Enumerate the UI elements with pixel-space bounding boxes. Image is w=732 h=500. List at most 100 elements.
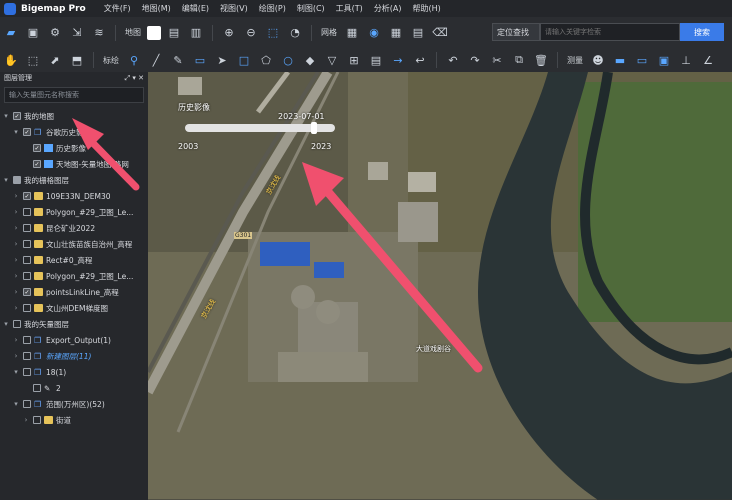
pan-hand-icon[interactable]: ✋ [2, 51, 20, 69]
tree-item-history-imagery[interactable]: ✓ 历史影像 [0, 140, 148, 156]
arrow-right-icon[interactable]: → [389, 51, 407, 69]
ruler-icon[interactable]: ▬ [611, 51, 629, 69]
grid-layout-2-icon[interactable]: ▤ [409, 24, 427, 42]
expand-arrow-icon[interactable]: › [12, 208, 20, 216]
checkbox[interactable]: ✓ [13, 112, 21, 120]
triangle-icon[interactable]: ▽ [323, 51, 341, 69]
line-icon[interactable]: ╱ [147, 51, 165, 69]
undo-icon[interactable]: ↶ [444, 51, 462, 69]
square-icon[interactable]: □ [235, 51, 253, 69]
tree-item-polygon-29-b[interactable]: › Polygon_#29_卫图_Le... [0, 268, 148, 284]
export-icon[interactable]: ⇲ [68, 24, 86, 42]
tree-item-rect0[interactable]: › Rect#0_高程 [0, 252, 148, 268]
tree-item-points-link-line[interactable]: › ✓ pointsLinkLine_高程 [0, 284, 148, 300]
checkbox[interactable] [23, 240, 31, 248]
expand-arrow-icon[interactable]: › [12, 304, 20, 312]
map-measure-icon[interactable]: ▣ [655, 51, 673, 69]
checkbox[interactable]: ✓ [23, 128, 31, 136]
tree-item-wenshan-elevation[interactable]: › 文山壮族苗族自治州_高程 [0, 236, 148, 252]
checkbox[interactable] [23, 304, 31, 312]
menu-view[interactable]: 视图(V) [220, 3, 248, 14]
search-button[interactable]: 搜索 [680, 23, 724, 41]
text-icon[interactable]: ⊞ [345, 51, 363, 69]
search-mode-select[interactable]: 定位查找 [492, 23, 540, 41]
checkbox[interactable]: ✓ [33, 144, 41, 152]
person-icon[interactable]: ☻ [589, 51, 607, 69]
menu-map[interactable]: 地图(M) [142, 3, 171, 14]
checkbox[interactable] [13, 176, 21, 184]
angle-icon[interactable]: ∠ [699, 51, 717, 69]
expand-arrow-icon[interactable]: › [12, 240, 20, 248]
trash-icon[interactable]: 🗑 [532, 51, 550, 69]
tree-item-raster-layers[interactable]: ▾ 我的栅格图层 [0, 172, 148, 188]
expand-arrow-icon[interactable]: › [12, 336, 20, 344]
search-input[interactable] [540, 23, 680, 41]
menu-edit[interactable]: 编辑(E) [182, 3, 209, 14]
marker-icon[interactable]: ⚲ [125, 51, 143, 69]
collapse-arrow-icon[interactable]: ▾ [2, 176, 10, 184]
grid-icon[interactable]: ▦ [343, 24, 361, 42]
save-icon[interactable]: ▣ [24, 24, 42, 42]
arrow-shape-icon[interactable]: ➤ [213, 51, 231, 69]
map-view[interactable]: 历史影像 2023-07-01 2003 2023 京沈线 京沈线 G301 大… [148, 72, 732, 500]
checkbox[interactable] [23, 208, 31, 216]
checkbox[interactable] [23, 368, 31, 376]
zoom-out-icon[interactable]: ⊖ [242, 24, 260, 42]
menu-cartography[interactable]: 制图(C) [297, 3, 325, 14]
layer-stack-icon[interactable]: ≋ [90, 24, 108, 42]
pen-icon[interactable]: ✎ [169, 51, 187, 69]
checkbox[interactable]: ✓ [23, 288, 31, 296]
note-icon[interactable]: ▤ [367, 51, 385, 69]
tree-item-vector-layers[interactable]: ▾ 我的矢量图层 [0, 316, 148, 332]
tree-item-18[interactable]: ▾ ❒ 18(1) [0, 364, 148, 380]
checkbox[interactable] [13, 320, 21, 328]
collapse-arrow-icon[interactable]: ▾ [2, 320, 10, 328]
checkbox[interactable] [33, 416, 41, 424]
layer-search-input[interactable]: 输入矢量图元名称搜索 [4, 87, 144, 103]
polygon-icon[interactable]: ◆ [301, 51, 319, 69]
menu-file[interactable]: 文件(F) [104, 3, 131, 14]
checkbox[interactable] [33, 384, 41, 392]
tree-item-tianditu[interactable]: ✓ 天地图-矢量地图-路网 [0, 156, 148, 172]
open-folder-icon[interactable]: ▰ [2, 24, 20, 42]
expand-arrow-icon[interactable]: › [22, 416, 30, 424]
checkbox[interactable] [23, 256, 31, 264]
tree-item-street[interactable]: › 街道 [0, 412, 148, 428]
zoom-extent-icon[interactable]: ⬚ [264, 24, 282, 42]
expand-arrow-icon[interactable]: › [12, 288, 20, 296]
tree-item-google-history[interactable]: ▾ ✓ ❒ 谷歌历史影像 [0, 124, 148, 140]
cut-icon[interactable]: ✂ [488, 51, 506, 69]
globe-icon[interactable]: ◉ [365, 24, 383, 42]
timeline-handle[interactable] [311, 122, 317, 134]
checkbox[interactable] [23, 224, 31, 232]
map-style-2-icon[interactable]: ▥ [187, 24, 205, 42]
tree-item-polygon-29-a[interactable]: › Polygon_#29_卫图_Le... [0, 204, 148, 220]
checkbox[interactable]: ✓ [23, 192, 31, 200]
rectangle-icon[interactable]: ▭ [191, 51, 209, 69]
menu-draw[interactable]: 绘图(P) [259, 3, 286, 14]
clock-history-icon[interactable]: ◔ [286, 24, 304, 42]
checkbox[interactable] [23, 336, 31, 344]
menu-help[interactable]: 帮助(H) [413, 3, 441, 14]
select-region-icon[interactable]: ⬒ [68, 51, 86, 69]
tree-item-dem30[interactable]: › ✓ 109E33N_DEM30 [0, 188, 148, 204]
pentagon-icon[interactable]: ⬠ [257, 51, 275, 69]
area-icon[interactable]: ▭ [633, 51, 651, 69]
expand-arrow-icon[interactable]: › [12, 224, 20, 232]
expand-arrow-icon[interactable]: › [12, 352, 20, 360]
checkbox[interactable] [23, 352, 31, 360]
broom-icon[interactable]: ⌫ [431, 24, 449, 42]
collapse-arrow-icon[interactable]: ▾ [2, 112, 10, 120]
grid-layout-icon[interactable]: ▦ [387, 24, 405, 42]
settings-icon[interactable]: ⚙ [46, 24, 64, 42]
tree-item-wanzhou[interactable]: ▾ ❒ 范围(万州区)(52) [0, 396, 148, 412]
redo-icon[interactable]: ↷ [466, 51, 484, 69]
expand-arrow-icon[interactable]: › [12, 256, 20, 264]
checkbox[interactable] [23, 272, 31, 280]
zoom-in-icon[interactable]: ⊕ [220, 24, 238, 42]
blank-map-icon[interactable] [147, 25, 161, 40]
copy-icon[interactable]: ⧉ [510, 51, 528, 69]
menu-analysis[interactable]: 分析(A) [374, 3, 402, 14]
select-icon[interactable]: ⬚ [24, 51, 42, 69]
bend-arrow-icon[interactable]: ↩ [411, 51, 429, 69]
